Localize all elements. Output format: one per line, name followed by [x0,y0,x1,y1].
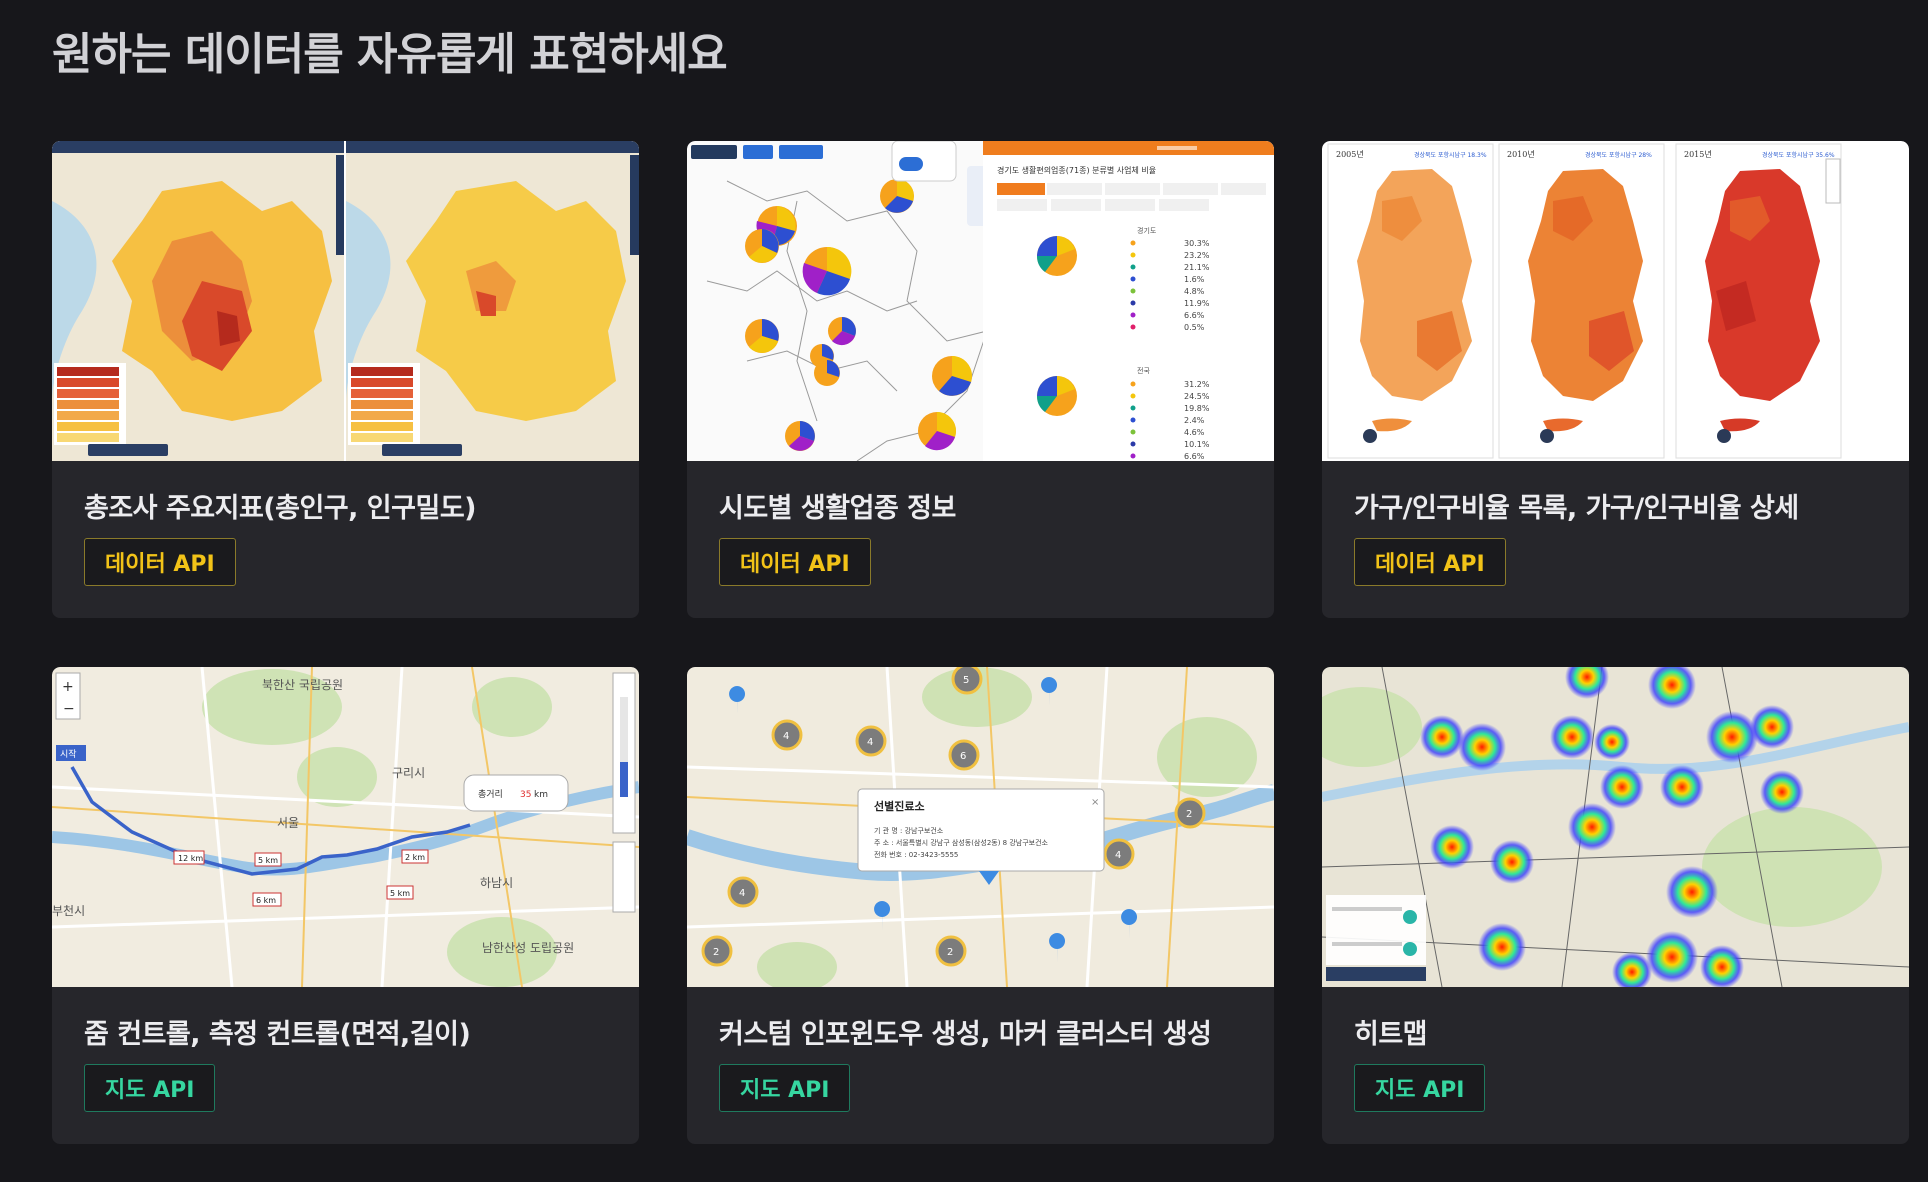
popup-line-1: 기 관 명 : 강남구보건소 [874,826,944,835]
total-unit: km [534,790,548,800]
pct-1-5: 11.9% [1184,299,1210,308]
pct-1-1: 23.2% [1184,251,1210,260]
total-value: 35 [520,790,531,800]
page-title: 원하는 데이터를 자유롭게 표현하세요 [52,29,728,80]
feature-card-grid: 총조사 주요지표(총인구, 인구밀도) 데이터 API 경기도 생활편의업종(7… [52,141,1909,1145]
pct-2-0: 31.2% [1184,380,1210,389]
year-label-2005: 2005년 [1336,149,1364,159]
feature-card-heatmap[interactable]: 히트맵 지도 API [1322,667,1909,1144]
thumbnail-pie-chart-map: 경기도 생활편의업종(71종) 분류별 사업체 비율 경기도 전국 30.3% … [687,141,1274,461]
caption-2005: 경상북도 포항시남구 18.3% [1414,151,1487,159]
card-title: 총조사 주요지표(총인구, 인구밀도) [84,493,477,524]
pct-1-3: 1.6% [1184,275,1205,284]
data-api-badge[interactable]: 데이터 API [719,538,871,586]
panel-region-1: 경기도 [1137,226,1157,235]
year-label-2010: 2010년 [1507,149,1535,159]
cluster-8: 2 [713,947,719,958]
segment-5: 5 km [390,889,410,898]
segment-1: 12 km [178,854,203,863]
popup-line-2: 주 소 : 서울특별시 강남구 삼성동(삼성2동) 8 강남구보건소 [874,838,1049,847]
caption-2015: 경상북도 포항시남구 35.6% [1762,151,1835,159]
caption-2010: 경상북도 포항시남구 28% [1585,151,1652,159]
panel-region-2: 전국 [1137,366,1150,375]
place-5: 부천시 [52,903,85,918]
card-title: 커스텀 인포윈도우 생성, 마커 클러스터 생성 [719,1019,1212,1050]
place-2: 구리시 [392,766,425,780]
pct-1-6: 6.6% [1184,311,1205,320]
cluster-9: 2 [947,947,953,958]
pct-2-2: 19.8% [1184,404,1210,413]
place-1: 북한산 국립공원 [262,678,343,692]
year-label-2015: 2015년 [1684,149,1712,159]
close-icon: × [1091,797,1099,808]
card-title: 가구/인구비율 목록, 가구/인구비율 상세 [1354,493,1799,524]
map-api-badge[interactable]: 지도 API [719,1064,851,1112]
panel-title: 경기도 생활편의업종(71종) 분류별 사업체 비율 [997,165,1156,175]
thumbnail-measure-map: 12 km 5 km 2 km 6 km 5 km 시작 총거리 35 km 북… [52,667,639,987]
cluster-3: 4 [867,737,873,748]
cluster-4: 6 [960,751,966,762]
map-api-badge[interactable]: 지도 API [1354,1064,1486,1112]
thumbnail-heatmap [1322,667,1909,987]
cluster-1: 5 [963,675,969,686]
feature-card-infowindow-cluster[interactable]: 5 4 4 6 2 4 4 2 2 선별진료소 × 기 관 명: 강남구보건소… [687,667,1274,1144]
thumbnail-choropleth-map-comparison [52,141,639,461]
place-4: 하남시 [480,876,513,890]
cluster-5: 2 [1186,809,1192,820]
place-3: 서울 [277,816,299,830]
place-6: 남한산성 도립공원 [482,941,574,955]
svg-text:−: − [63,701,75,717]
cluster-2: 4 [783,731,789,742]
pct-1-7: 0.5% [1184,323,1205,332]
feature-card-census-indicators[interactable]: 총조사 주요지표(총인구, 인구밀도) 데이터 API [52,141,639,618]
segment-2: 5 km [258,856,278,865]
feature-card-business-by-region[interactable]: 경기도 생활편의업종(71종) 분류별 사업체 비율 경기도 전국 30.3% … [687,141,1274,618]
data-api-badge[interactable]: 데이터 API [1354,538,1506,586]
total-label: 총거리 [478,789,503,800]
card-title: 시도별 생활업종 정보 [719,493,956,524]
pct-2-1: 24.5% [1184,392,1210,401]
pct-2-3: 2.4% [1184,416,1205,425]
pct-2-4: 4.6% [1184,428,1205,437]
thumbnail-korea-heat-maps: 2005년 경상북도 포항시남구 18.3% 2010년 경상북도 포항시남구 … [1322,141,1909,461]
feature-card-household-ratio[interactable]: 2005년 경상북도 포항시남구 18.3% 2010년 경상북도 포항시남구 … [1322,141,1909,618]
segment-3: 2 km [405,853,425,862]
start-label: 시작 [60,749,77,760]
data-api-badge[interactable]: 데이터 API [84,538,236,586]
pct-2-6: 6.6% [1184,452,1205,461]
cluster-6: 4 [739,888,745,899]
cluster-7: 4 [1115,850,1121,861]
map-api-badge[interactable]: 지도 API [84,1064,216,1112]
card-title: 히트맵 [1354,1019,1428,1050]
pct-2-5: 10.1% [1184,440,1210,449]
popup-line-3: 전화 번호 : 02-3423-5555 [874,850,958,859]
pct-1-2: 21.1% [1184,263,1210,272]
card-title: 줌 컨트롤, 측정 컨트롤(면적,길이) [84,1019,471,1050]
svg-text:+: + [62,679,74,695]
pct-1-4: 4.8% [1184,287,1205,296]
feature-card-zoom-measure-control[interactable]: 12 km 5 km 2 km 6 km 5 km 시작 총거리 35 km 북… [52,667,639,1144]
segment-4: 6 km [256,896,276,905]
pct-1-0: 30.3% [1184,239,1210,248]
popup-title: 선별진료소 [874,799,925,813]
thumbnail-marker-cluster-map: 5 4 4 6 2 4 4 2 2 선별진료소 × 기 관 명: 강남구보건소… [687,667,1274,987]
